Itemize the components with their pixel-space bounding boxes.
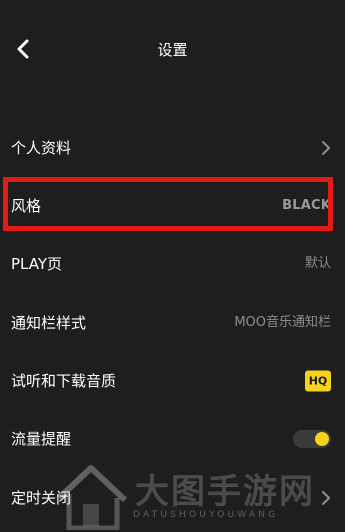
settings-row-audio-quality[interactable]: 试听和下载音质 HQ — [0, 352, 345, 410]
row-label: 风格 — [11, 197, 42, 215]
page-title: 设置 — [157, 41, 188, 59]
row-label: 流量提醒 — [11, 430, 72, 448]
settings-row-play-page[interactable]: PLAY页 默认 — [0, 235, 345, 293]
header: 设置 — [0, 0, 345, 100]
hq-badge: HQ — [305, 370, 331, 392]
settings-row-sleep-timer[interactable]: 定时关闭 — [0, 469, 345, 527]
settings-row-notification-style[interactable]: 通知栏样式 MOO音乐通知栏 — [0, 294, 345, 352]
row-label: 试听和下载音质 — [11, 372, 117, 390]
chevron-right-icon — [322, 491, 330, 505]
settings-row-profile[interactable]: 个人资料 — [0, 119, 345, 177]
toggle-knob — [315, 432, 329, 446]
settings-row-data-reminder: 流量提醒 — [0, 410, 345, 468]
chevron-right-icon — [322, 141, 330, 155]
row-label: PLAY页 — [11, 255, 63, 273]
row-label: 定时关闭 — [11, 489, 72, 507]
settings-row-style[interactable]: 风格 BLACK — [0, 177, 345, 235]
style-value: BLACK — [282, 198, 331, 213]
data-reminder-toggle[interactable] — [293, 430, 331, 448]
row-label: 个人资料 — [11, 139, 72, 157]
notification-style-value: MOO音乐通知栏 — [234, 315, 331, 330]
row-label: 通知栏样式 — [11, 314, 87, 332]
play-page-value: 默认 — [304, 256, 331, 271]
